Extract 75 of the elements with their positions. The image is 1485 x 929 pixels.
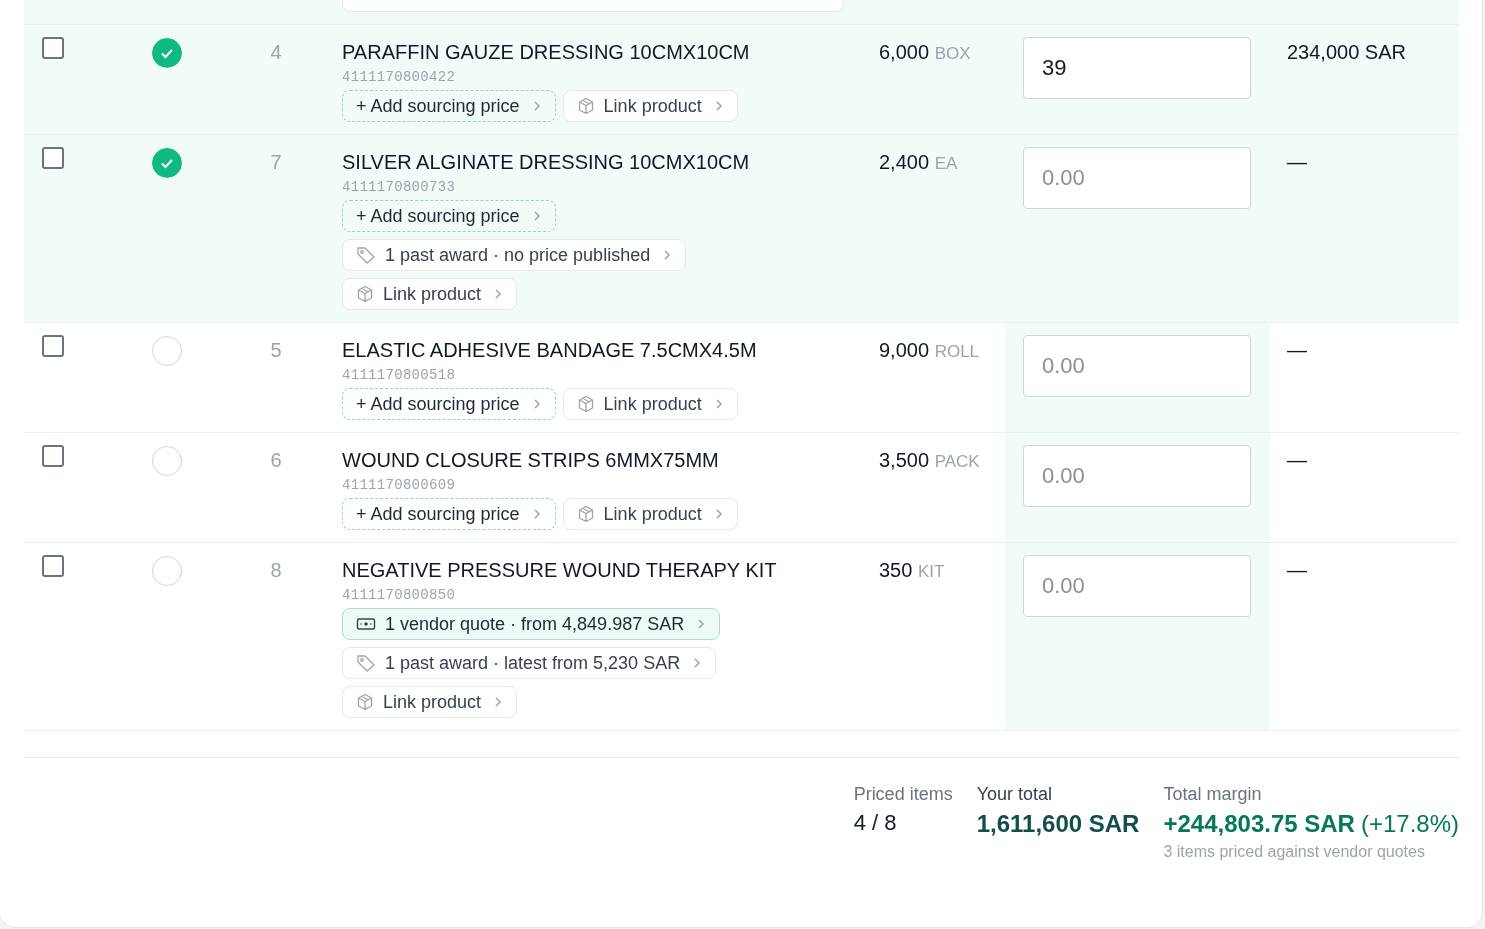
chevron-icon — [532, 508, 541, 520]
priced-items-label: Priced items — [853, 783, 953, 806]
box-icon — [576, 395, 595, 413]
quantity: 3,500 PACK — [879, 449, 980, 471]
chevron-icon — [714, 100, 723, 112]
line-number: 8 — [269, 558, 283, 583]
chevron-icon — [532, 210, 541, 222]
link-product-chip[interactable]: Link product — [562, 388, 738, 420]
chevron-icon — [494, 696, 503, 708]
line-total: — — [1287, 559, 1307, 581]
add-price-chip[interactable]: + Add sourcing price — [342, 388, 556, 420]
product-code: 4111170800733 — [342, 178, 456, 196]
tag-icon — [356, 654, 376, 672]
product-code: 4111170800518 — [342, 366, 456, 384]
price-input[interactable]: 0.00 — [1023, 555, 1251, 617]
total-margin-label: Total margin — [1163, 783, 1262, 806]
add-price-chip[interactable]: + Add sourcing price — [342, 200, 556, 232]
line-total: — — [1287, 151, 1307, 173]
checkbox[interactable] — [42, 445, 64, 467]
product-code: 4111170800850 — [342, 586, 456, 604]
product-name: WOUND CLOSURE STRIPS 6MMX75MM — [342, 448, 719, 473]
product-name: NEGATIVE PRESSURE WOUND THERAPY KIT — [342, 558, 777, 583]
past-award-chip[interactable]: 1 past award · no price published — [342, 239, 687, 271]
margin-value: +244,803.75 SAR — [1163, 809, 1355, 839]
box-icon — [576, 505, 595, 523]
price-input[interactable]: 0.00 — [1023, 335, 1251, 397]
quantity: 9,000 ROLL — [879, 339, 980, 361]
chevron-icon — [714, 398, 723, 410]
chevron-icon — [697, 618, 706, 630]
checkbox[interactable] — [42, 37, 64, 59]
product-code: 4111170800422 — [342, 68, 456, 86]
checkbox[interactable] — [42, 555, 64, 577]
link-product-chip[interactable]: Link product — [342, 278, 518, 310]
line-total: — — [1287, 339, 1307, 361]
line-total: 234,000 SAR — [1287, 41, 1406, 63]
checkbox[interactable] — [42, 147, 64, 169]
quantity: 2,400 EA — [879, 151, 958, 173]
chevron-icon — [532, 398, 541, 410]
line-number: 5 — [269, 338, 283, 363]
banknote-icon — [356, 617, 376, 631]
add-price-chip[interactable]: + Add sourcing price — [342, 90, 556, 122]
chevron-icon — [693, 657, 702, 669]
priced-items-value: 4 / 8 — [853, 809, 897, 837]
line-total: — — [1287, 449, 1307, 471]
line-number: 7 — [269, 150, 283, 175]
price-input[interactable]: 0.00 — [1023, 445, 1251, 507]
past-award-chip[interactable]: 1 past award · latest from 5,230 SAR — [342, 647, 717, 679]
chevron-icon — [532, 100, 541, 112]
checkbox[interactable] — [42, 335, 64, 357]
product-name: ELASTIC ADHESIVE BANDAGE 7.5CMX4.5M — [342, 338, 757, 363]
price-input[interactable]: 0.00 — [1023, 147, 1251, 209]
product-code: 4111170800609 — [342, 476, 456, 494]
chevron-icon — [494, 288, 503, 300]
link-product-chip[interactable]: Link product — [342, 686, 518, 718]
tag-icon — [356, 246, 376, 264]
box-icon — [576, 97, 595, 115]
line-number: 4 — [269, 40, 283, 65]
link-product-chip[interactable]: Link product — [562, 90, 738, 122]
chevron-icon — [663, 249, 672, 261]
product-name: SILVER ALGINATE DRESSING 10CMX10CM — [342, 150, 750, 175]
box-icon — [356, 693, 374, 711]
product-name: PARAFFIN GAUZE DRESSING 10CMX10CM — [342, 40, 750, 65]
add-price-chip[interactable]: + Add sourcing price — [342, 498, 556, 530]
quantity: 6,000 BOX — [879, 41, 971, 63]
vendor-quote-chip[interactable]: 1 vendor quote · from 4,849.987 SAR — [342, 608, 721, 640]
margin-note: 3 items priced against vendor quotes — [1163, 842, 1425, 862]
quantity: 350 KIT — [879, 559, 945, 581]
chevron-icon — [714, 508, 723, 520]
box-icon — [356, 285, 374, 303]
your-total-label: Your total — [976, 783, 1053, 806]
line-number: 6 — [269, 448, 283, 473]
link-product-chip[interactable]: Link product — [562, 498, 738, 530]
margin-percent: (+17.8%) — [1360, 809, 1459, 839]
price-input[interactable]: 39 — [1023, 37, 1251, 99]
your-total-value: 1,611,600 SAR — [976, 809, 1140, 839]
